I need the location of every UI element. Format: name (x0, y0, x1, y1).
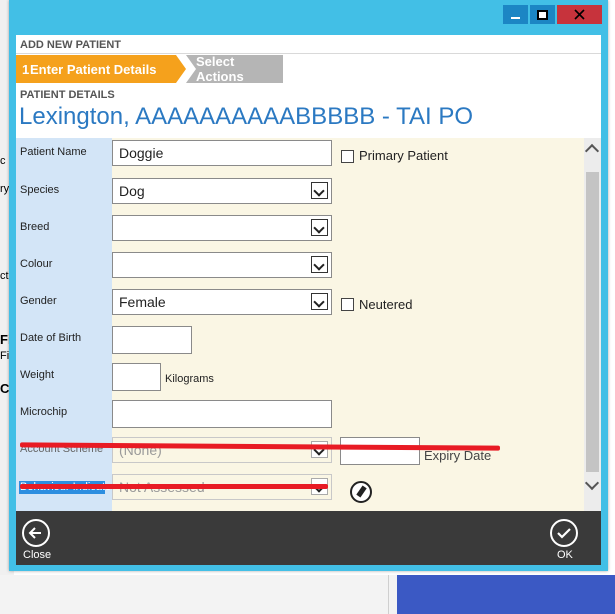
patient-form: Patient Name Doggie Primary Patient Spec… (16, 138, 601, 511)
minimize-icon (511, 16, 520, 19)
wizard-steps: 1 Enter Patient Details Select Actions (16, 55, 601, 83)
background-fragment: ry (0, 183, 10, 195)
primary-patient-label: Primary Patient (359, 148, 448, 163)
dialog-title: ADD NEW PATIENT (20, 39, 122, 51)
ok-label: OK (557, 549, 573, 561)
patient-header: Lexington, AAAAAAAAAABBBBB - TAI PO (19, 103, 474, 130)
maximize-icon (537, 9, 548, 20)
chevron-down-icon (311, 182, 328, 199)
patient-name-input[interactable]: Doggie (112, 140, 332, 166)
step-enter-patient-details[interactable]: 1 Enter Patient Details (16, 55, 186, 83)
weight-input[interactable] (112, 363, 161, 391)
expiry-date-input[interactable] (340, 437, 420, 465)
checkmark-icon (550, 519, 578, 547)
red-strike-mark (20, 484, 328, 489)
species-label: Species (20, 184, 60, 196)
date-of-birth-label: Date of Birth (20, 332, 82, 344)
chevron-down-icon (311, 293, 328, 310)
background-blue-panel (397, 575, 615, 614)
chevron-down-icon (311, 219, 328, 236)
scroll-down-icon[interactable] (584, 475, 600, 491)
scrollbar-thumb[interactable] (586, 172, 599, 472)
colour-label: Colour (20, 258, 53, 270)
scroll-up-icon[interactable] (584, 143, 600, 159)
ok-button[interactable] (546, 515, 582, 551)
colour-select[interactable] (112, 252, 332, 278)
background-divider (388, 575, 389, 614)
form-scrollbar[interactable] (584, 138, 601, 511)
close-dialog-button[interactable] (18, 515, 54, 551)
close-label: Close (23, 549, 52, 561)
minimize-button[interactable] (503, 5, 528, 24)
patient-name-label: Patient Name (20, 146, 87, 158)
date-of-birth-input[interactable] (112, 326, 192, 354)
background-fragment: c (0, 155, 6, 167)
dialog-footer: Close OK (16, 511, 601, 565)
step-label: Enter Patient Details (30, 61, 157, 77)
step-number: 1 (22, 61, 30, 77)
primary-patient-checkbox[interactable] (341, 150, 354, 163)
weight-unit: Kilograms (165, 373, 214, 385)
breed-label: Breed (20, 221, 50, 233)
account-scheme-select[interactable]: (None) (112, 437, 332, 463)
breed-select[interactable] (112, 215, 332, 241)
microchip-label: Microchip (20, 406, 68, 418)
gender-select[interactable]: Female (112, 289, 332, 315)
gender-label: Gender (20, 295, 57, 307)
species-value: Dog (119, 183, 145, 199)
neutered-checkbox[interactable] (341, 298, 354, 311)
add-patient-window: ADD NEW PATIENT 1 Enter Patient Details … (9, 0, 608, 571)
divider (16, 53, 601, 54)
arrow-left-icon (22, 519, 50, 547)
edit-behaviour-button[interactable] (350, 481, 372, 503)
section-title: PATIENT DETAILS (20, 89, 115, 101)
neutered-label: Neutered (359, 297, 413, 312)
maximize-button[interactable] (530, 5, 555, 24)
chevron-down-icon (311, 256, 328, 273)
step-select-actions[interactable]: Select Actions (186, 55, 283, 83)
close-window-button[interactable] (557, 5, 602, 24)
gender-value: Female (119, 294, 166, 310)
weight-label: Weight (20, 369, 55, 381)
step-label: Select Actions (196, 54, 244, 84)
species-select[interactable]: Dog (112, 178, 332, 204)
close-icon (574, 9, 585, 20)
dialog-body: ADD NEW PATIENT 1 Enter Patient Details … (16, 35, 601, 565)
microchip-input[interactable] (112, 400, 332, 428)
